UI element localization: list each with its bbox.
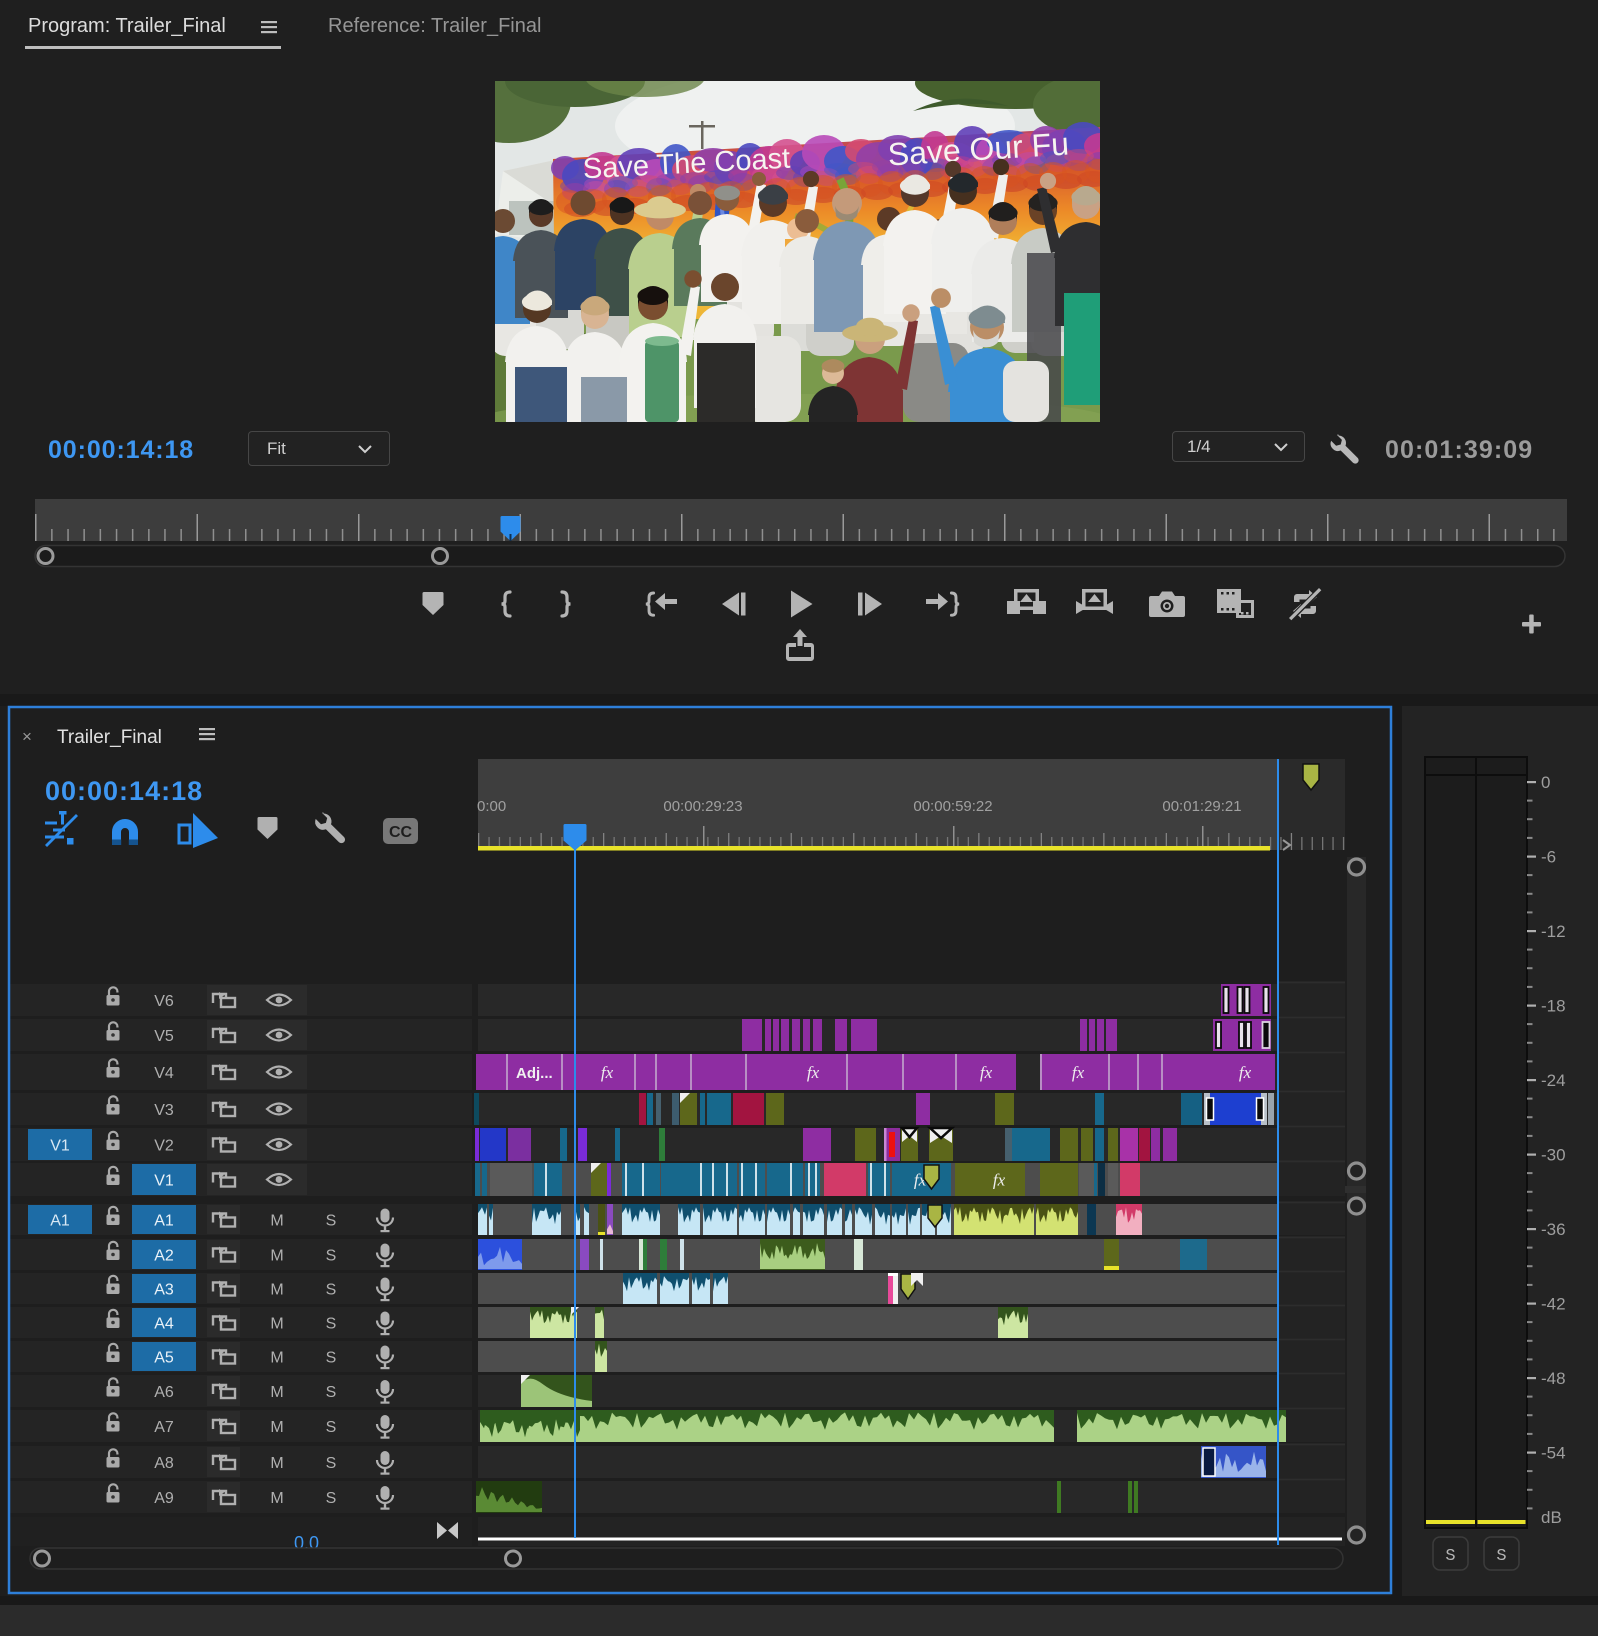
svg-text:-18: -18: [1541, 997, 1566, 1016]
svg-text:S: S: [326, 1490, 337, 1507]
svg-text:A1: A1: [50, 1213, 70, 1230]
svg-text:V2: V2: [154, 1138, 174, 1155]
svg-text:V3: V3: [154, 1102, 174, 1119]
svg-text:00:00:14:18: 00:00:14:18: [45, 776, 203, 806]
svg-text:A1: A1: [154, 1213, 174, 1230]
svg-text:S: S: [326, 1282, 337, 1299]
svg-text:M: M: [270, 1384, 283, 1401]
svg-text:Trailer_Final: Trailer_Final: [57, 727, 162, 748]
svg-text:-36: -36: [1541, 1220, 1566, 1239]
svg-text:V5: V5: [154, 1028, 174, 1045]
svg-text:fx: fx: [980, 1063, 993, 1082]
svg-text:-54: -54: [1541, 1444, 1566, 1463]
svg-text:A9: A9: [154, 1490, 174, 1507]
svg-text:fx: fx: [601, 1063, 614, 1082]
svg-text:-48: -48: [1541, 1369, 1566, 1388]
svg-text:V1: V1: [154, 1173, 174, 1190]
svg-text:00:01:29:21: 00:01:29:21: [1162, 798, 1241, 815]
svg-text:S: S: [326, 1248, 337, 1265]
svg-text:-12: -12: [1541, 922, 1566, 941]
svg-text:A4: A4: [154, 1316, 174, 1333]
svg-text:M: M: [270, 1455, 283, 1472]
svg-text:S: S: [326, 1213, 337, 1230]
svg-text:M: M: [270, 1282, 283, 1299]
svg-text:00:00:29:23: 00:00:29:23: [663, 798, 742, 815]
svg-text:0:00: 0:00: [477, 798, 506, 815]
svg-text:M: M: [270, 1350, 283, 1367]
svg-text:×: ×: [22, 727, 32, 746]
svg-text:fx: fx: [1239, 1063, 1252, 1082]
svg-text:V6: V6: [154, 993, 174, 1010]
svg-text:0: 0: [1541, 773, 1550, 792]
svg-text:M: M: [270, 1213, 283, 1230]
svg-text:A8: A8: [154, 1455, 174, 1472]
svg-text:S: S: [326, 1419, 337, 1436]
svg-text:S: S: [326, 1384, 337, 1401]
svg-text:S: S: [1445, 1547, 1455, 1566]
svg-text:Adj...: Adj...: [516, 1065, 553, 1082]
svg-text:S: S: [1496, 1547, 1506, 1566]
svg-text:M: M: [270, 1419, 283, 1436]
svg-text:CC: CC: [389, 824, 413, 841]
svg-text:M: M: [270, 1248, 283, 1265]
svg-text:A6: A6: [154, 1384, 174, 1401]
svg-text:S: S: [326, 1350, 337, 1367]
svg-text:A3: A3: [154, 1282, 174, 1299]
svg-text:M: M: [270, 1316, 283, 1333]
svg-text:-30: -30: [1541, 1146, 1566, 1165]
svg-text:00:00:59:22: 00:00:59:22: [913, 798, 992, 815]
svg-text:-6: -6: [1541, 848, 1556, 867]
svg-text:fx: fx: [993, 1171, 1006, 1190]
svg-text:dB: dB: [1541, 1508, 1562, 1527]
svg-text:S: S: [326, 1316, 337, 1333]
svg-text:A7: A7: [154, 1419, 174, 1436]
svg-text:-42: -42: [1541, 1295, 1566, 1314]
svg-text:V1: V1: [50, 1138, 70, 1155]
svg-text:fx: fx: [807, 1063, 820, 1082]
svg-text:fx: fx: [1072, 1063, 1085, 1082]
svg-text:A5: A5: [154, 1350, 174, 1367]
svg-text:M: M: [270, 1490, 283, 1507]
svg-text:V4: V4: [154, 1065, 174, 1082]
svg-text:-24: -24: [1541, 1071, 1566, 1090]
svg-text:S: S: [326, 1455, 337, 1472]
svg-text:A2: A2: [154, 1248, 174, 1265]
